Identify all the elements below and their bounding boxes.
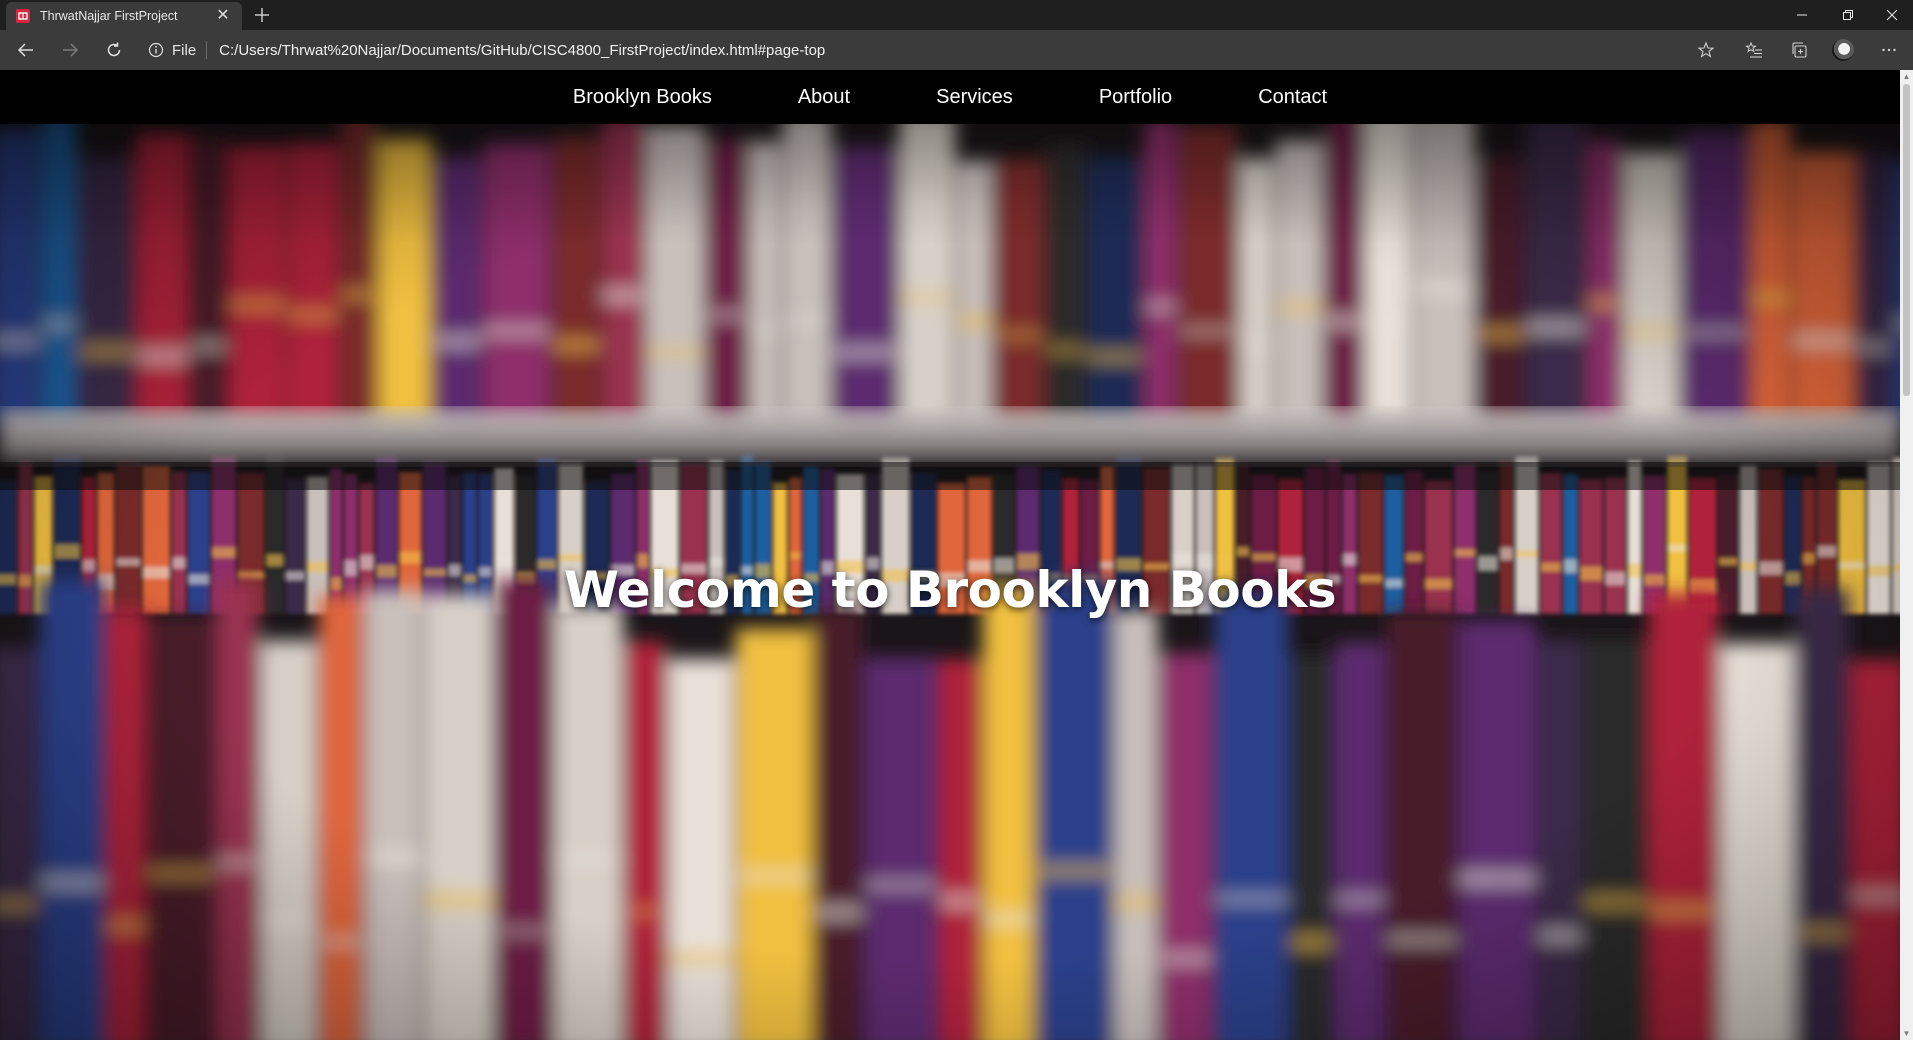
file-scheme-label: File	[172, 41, 197, 59]
tab-title: ThrwatNajjar FirstProject	[40, 9, 178, 23]
profile-avatar[interactable]	[1832, 39, 1854, 61]
browser-toolbar: File C:/Users/Thrwat%20Najjar/Documents/…	[0, 30, 1913, 70]
page-viewport: Brooklyn Books About Services Portfolio …	[0, 70, 1913, 1040]
browser-tab[interactable]: ThrwatNajjar FirstProject ✕	[6, 2, 242, 30]
scroll-thumb[interactable]	[1903, 84, 1910, 396]
restore-icon[interactable]	[1825, 0, 1871, 30]
browser-tab-strip: ThrwatNajjar FirstProject ✕	[0, 0, 1913, 30]
nav-link-brooklyn-books[interactable]: Brooklyn Books	[573, 86, 712, 109]
nav-link-portfolio[interactable]: Portfolio	[1099, 86, 1172, 109]
site-navbar: Brooklyn Books About Services Portfolio …	[0, 70, 1900, 124]
hero-section: Welcome to Brooklyn Books	[0, 124, 1900, 1040]
tab-close-icon[interactable]: ✕	[214, 8, 232, 24]
favorite-star-icon[interactable]	[1693, 38, 1719, 62]
address-divider	[206, 41, 208, 59]
close-window-icon[interactable]	[1871, 0, 1913, 30]
more-options-icon[interactable]	[1876, 38, 1902, 62]
nav-link-services[interactable]: Services	[936, 86, 1013, 109]
url-text[interactable]: C:/Users/Thrwat%20Najjar/Documents/GitHu…	[219, 42, 825, 59]
new-tab-icon[interactable]	[250, 3, 274, 27]
collections-icon[interactable]	[1786, 38, 1812, 62]
back-arrow-icon[interactable]	[12, 38, 40, 62]
nav-link-contact[interactable]: Contact	[1258, 86, 1327, 109]
nav-link-about[interactable]: About	[798, 86, 850, 109]
refresh-icon[interactable]	[100, 38, 128, 62]
forward-arrow-icon[interactable]	[56, 38, 84, 62]
favorites-list-icon[interactable]	[1741, 38, 1767, 62]
scroll-down-icon[interactable]: ▼	[1900, 1027, 1913, 1040]
site-favicon-icon	[16, 9, 30, 23]
minimize-icon[interactable]	[1779, 0, 1825, 30]
vertical-scrollbar[interactable]: ▲ ▼	[1900, 70, 1913, 1040]
hero-title: Welcome to Brooklyn Books	[563, 561, 1337, 619]
address-bar[interactable]: File C:/Users/Thrwat%20Najjar/Documents/…	[148, 36, 1728, 64]
scroll-up-icon[interactable]: ▲	[1900, 70, 1913, 83]
info-icon[interactable]	[148, 42, 164, 58]
